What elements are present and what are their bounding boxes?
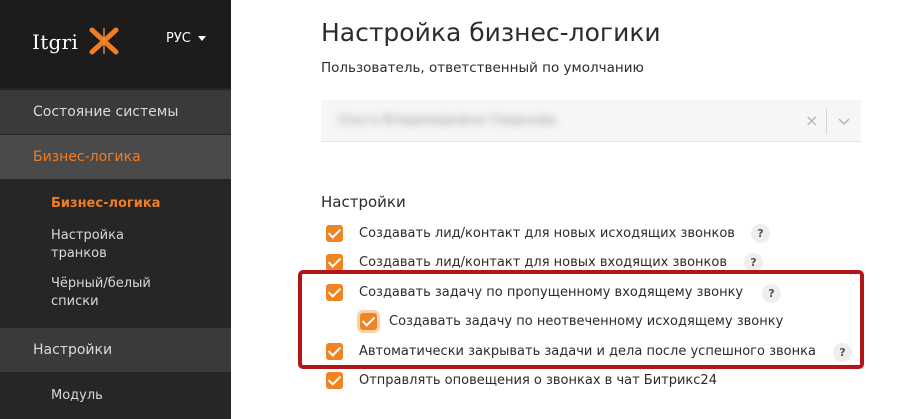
language-label: РУС	[166, 31, 191, 46]
highlight-box	[298, 270, 864, 369]
setting-label: Создавать лид/контакт для новых входящих…	[359, 255, 728, 270]
setting-label: Отправлять оповещения о звонках в чат Би…	[359, 373, 717, 388]
sidebar-subitem-trunks[interactable]: Настройка транков	[51, 227, 124, 263]
page-title: Настройка бизнес-логики	[321, 18, 661, 47]
language-selector[interactable]: РУС	[166, 31, 206, 46]
default-user-value: Ольга Владимировна Смирнова	[338, 113, 557, 128]
help-icon[interactable]: ?	[751, 224, 770, 243]
select-separator	[826, 108, 827, 134]
chevron-down-icon[interactable]	[835, 108, 853, 134]
default-user-label: Пользователь, ответственный по умолчанию	[321, 60, 644, 76]
setting-incoming-lead: Создавать лид/контакт для новых входящих…	[326, 254, 727, 271]
checkbox[interactable]	[326, 372, 343, 389]
clear-icon[interactable]: ×	[805, 111, 818, 130]
settings-section-title: Настройки	[321, 193, 406, 211]
checkbox[interactable]	[326, 225, 343, 242]
default-user-select[interactable]: Ольга Владимировна Смирнова ×	[321, 100, 861, 142]
sidebar-subitem-business-logic[interactable]: Бизнес-логика	[51, 195, 160, 213]
checkbox[interactable]	[326, 254, 343, 271]
logo-text: Itgri	[32, 30, 79, 54]
setting-chat-notifications: Отправлять оповещения о звонках в чат Би…	[326, 372, 717, 389]
sidebar-item-system-status[interactable]: Состояние системы	[0, 90, 231, 134]
sidebar-item-business-logic[interactable]: Бизнес-логика	[0, 135, 231, 179]
sidebar-subitem-blacklist[interactable]: Чёрный/белый списки	[51, 275, 151, 311]
setting-outgoing-lead: Создавать лид/контакт для новых исходящи…	[326, 225, 735, 242]
setting-label: Создавать лид/контакт для новых исходящи…	[359, 226, 735, 241]
sidebar-subitem-module[interactable]: Модуль	[51, 387, 103, 405]
logo-x-icon	[89, 27, 119, 55]
brand-bar: Itgri РУС	[0, 0, 231, 88]
sidebar: Itgri РУС Состояние системы Бизнес-логик…	[0, 0, 231, 419]
sidebar-item-settings[interactable]: Настройки	[0, 328, 231, 372]
chevron-down-icon	[197, 36, 206, 41]
